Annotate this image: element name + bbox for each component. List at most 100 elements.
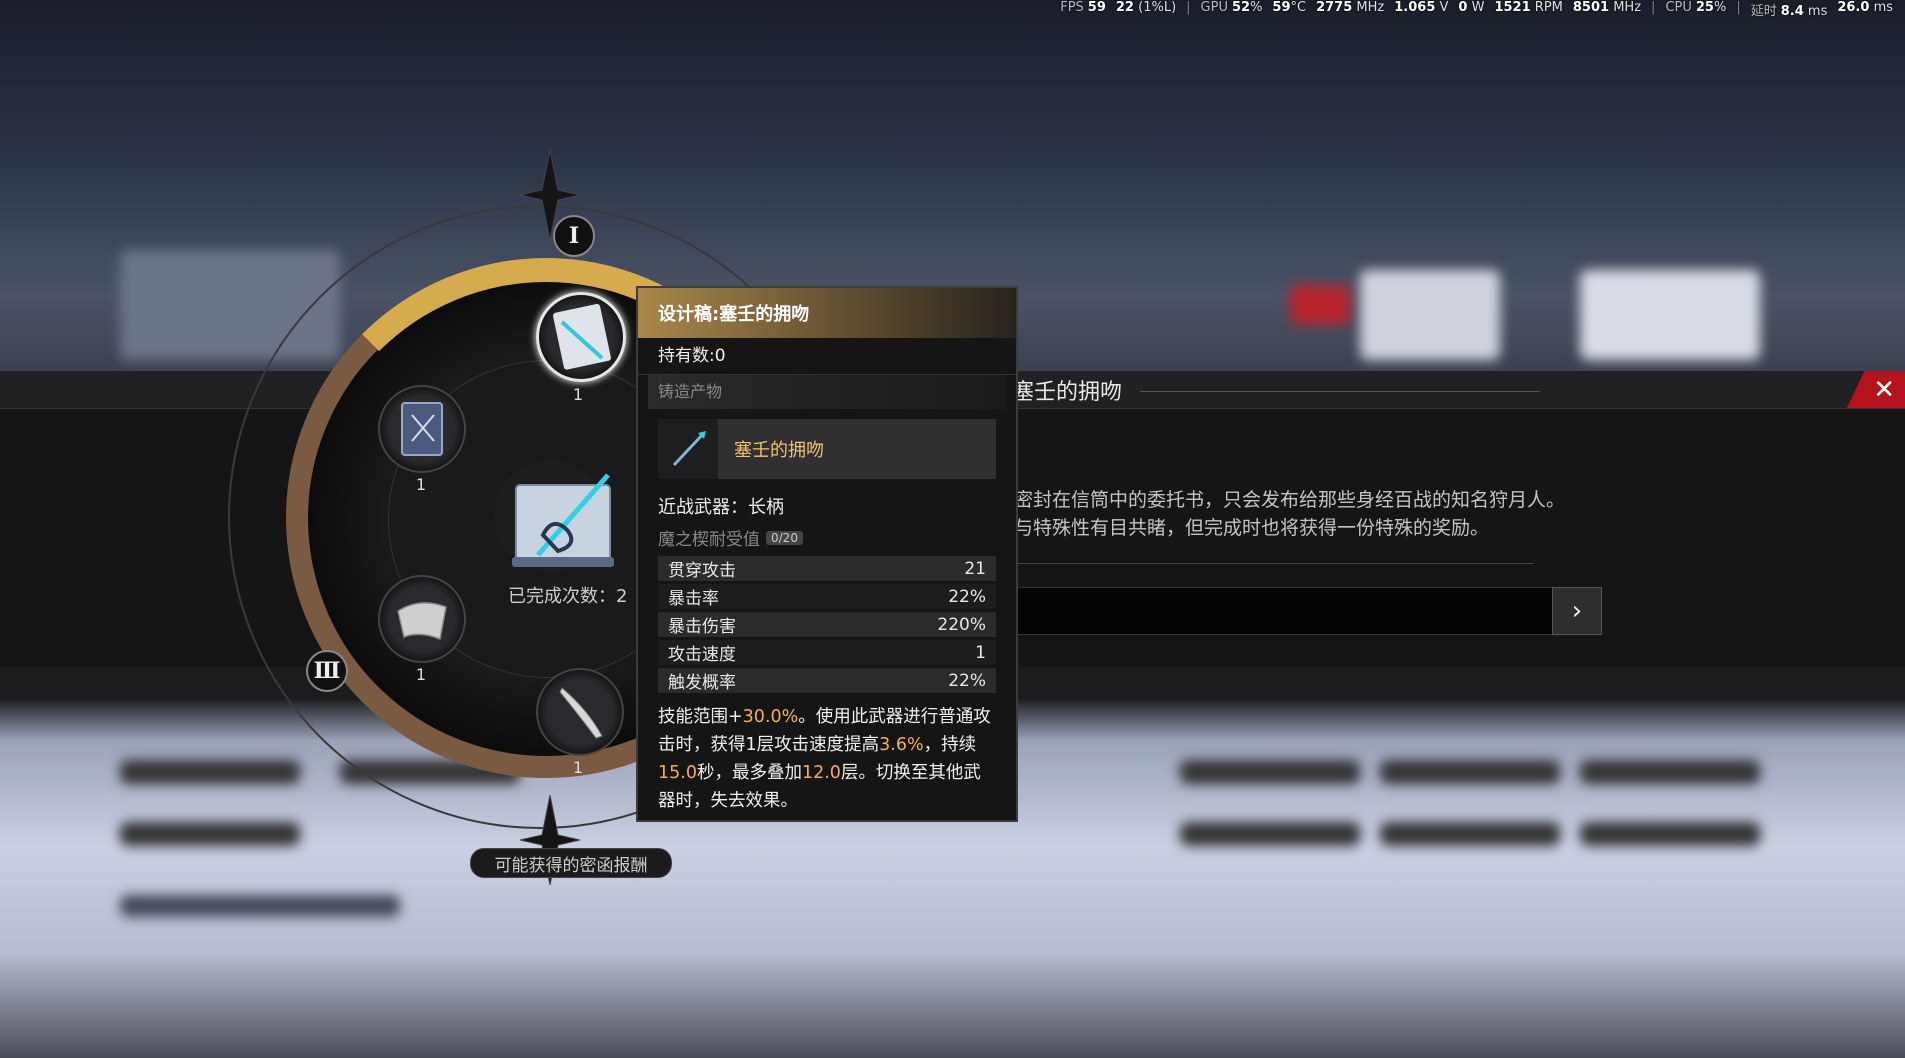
- blade-icon: [559, 687, 603, 739]
- center-blueprint-icon: [512, 473, 614, 567]
- item-count: 1: [415, 475, 427, 494]
- divider: [1014, 563, 1534, 564]
- stat-row: 暴击伤害 220%: [658, 612, 996, 637]
- gpu-clock-unit: MHz: [1356, 0, 1385, 15]
- reward-item-blade[interactable]: [536, 668, 624, 756]
- spear-icon: [658, 419, 718, 479]
- gpu-volt-unit: V: [1439, 0, 1449, 15]
- background-blur: [1360, 270, 1500, 360]
- description-line-1: 密封在信筒中的委托书，只会发布给那些身经百战的知名狩月人。: [1014, 489, 1566, 511]
- gpu-power-unit: W: [1471, 0, 1485, 15]
- product-card[interactable]: 塞壬的拥吻: [658, 419, 996, 479]
- gpu-power: 0: [1458, 0, 1468, 15]
- tooltip-title: 设计稿:塞壬的拥吻: [638, 288, 1016, 338]
- item-tooltip: 设计稿:塞壬的拥吻 持有数:0 铸造产物 塞壬的拥吻 近战武器：长柄 魔之楔耐受…: [636, 286, 1018, 822]
- latency-value: 8.4: [1780, 4, 1804, 19]
- skill-text: ，持续: [923, 735, 977, 755]
- stat-row: 攻击速度 1: [658, 640, 996, 665]
- background-blur: [1580, 822, 1760, 846]
- tier-1-marker: Ⅰ: [553, 215, 595, 257]
- background-blur: [1180, 822, 1360, 846]
- mem-clock-unit: MHz: [1613, 0, 1642, 15]
- fan-speed: 1521: [1494, 0, 1531, 15]
- stat-value: 1: [975, 642, 986, 663]
- stat-row: 暴击率 22%: [658, 584, 996, 609]
- separator: |: [1736, 0, 1741, 15]
- stat-row: 贯穿攻击 21: [658, 556, 996, 581]
- reward-item-book[interactable]: [378, 385, 466, 473]
- cpu-label: CPU: [1665, 0, 1692, 15]
- divider: [1140, 391, 1540, 392]
- blueprint-icon: [553, 303, 611, 370]
- cpu-load-unit: %: [1713, 0, 1727, 15]
- chevron-right-icon: ›: [1571, 596, 1583, 626]
- latency-value-2: 26.0: [1837, 0, 1870, 15]
- progress-bar[interactable]: [1012, 587, 1554, 635]
- gpu-temp: 59: [1272, 0, 1291, 15]
- possible-rewards-label: 可能获得的密函报酬: [470, 848, 672, 878]
- gpu-load-unit: %: [1250, 0, 1263, 15]
- gpu-temp-unit: °C: [1290, 0, 1307, 15]
- stat-value: 21: [964, 558, 986, 579]
- stat-name: 暴击伤害: [668, 617, 736, 637]
- separator: |: [1186, 0, 1191, 15]
- description-line-2: 与特殊性有目共睹，但完成时也将获得一份特殊的奖励。: [1014, 517, 1490, 539]
- background-blur: [1380, 822, 1560, 846]
- fps-low-value: 22: [1115, 0, 1134, 15]
- weapon-type: 近战武器：长柄: [658, 497, 784, 518]
- gpu-label: GPU: [1200, 0, 1228, 15]
- owned-count: 持有数:0: [638, 338, 1016, 375]
- stat-name: 贯穿攻击: [668, 561, 736, 581]
- fps-value: 59: [1087, 0, 1106, 15]
- gpu-volt: 1.065: [1394, 0, 1436, 15]
- close-icon: ✕: [1873, 374, 1895, 405]
- background-blur: [1380, 760, 1560, 784]
- book-icon: [401, 402, 443, 456]
- panel-description: 密封在信筒中的委托书，只会发布给那些身经百战的知名狩月人。 与特殊性有目共睹，但…: [1014, 486, 1634, 542]
- skill-value: 12.0: [801, 763, 841, 783]
- latency-unit: ms: [1807, 4, 1828, 19]
- background-blur: [1580, 270, 1760, 360]
- stat-value: 22%: [948, 586, 986, 607]
- performance-overlay: FPS 59 22 (1%L) | GPU 52% 59°C 2775 MHz 1.…: [1060, 0, 1893, 19]
- skill-description: 技能范围+30.0%。使用此武器进行普通攻击时，获得1层攻击速度提高3.6%，持…: [658, 703, 996, 815]
- gpu-clock: 2775: [1316, 0, 1353, 15]
- stat-name: 暴击率: [668, 589, 719, 609]
- skill-value: 3.6%: [879, 735, 924, 755]
- gpu-load: 52: [1231, 0, 1251, 15]
- item-count: 1: [415, 665, 427, 684]
- background-blur: [1180, 760, 1360, 784]
- tier-3-marker: Ⅲ: [306, 650, 348, 692]
- panel-title: 塞壬的拥吻: [1012, 380, 1123, 405]
- stat-value: 220%: [937, 614, 986, 635]
- completed-count: 已完成次数：2: [508, 586, 628, 607]
- skill-text: 技能范围+: [658, 707, 743, 727]
- durability-badge: 0/20: [766, 530, 803, 545]
- reward-item-cloth[interactable]: [378, 575, 466, 663]
- background-blur: [1580, 760, 1760, 784]
- durability: 魔之楔耐受值 0/20: [658, 525, 1016, 550]
- section-label: 铸造产物: [648, 375, 1006, 409]
- fps-low-unit: (1%L): [1138, 0, 1177, 15]
- item-count: 1: [572, 758, 584, 777]
- stat-name: 触发概率: [668, 673, 736, 693]
- separator: |: [1651, 0, 1656, 15]
- fan-unit: RPM: [1534, 0, 1563, 15]
- fps-label: FPS: [1060, 0, 1084, 15]
- product-name: 塞壬的拥吻: [734, 440, 824, 461]
- stat-row: 触发概率 22%: [658, 668, 996, 693]
- skill-text: 秒，最多叠加: [696, 763, 802, 783]
- stat-value: 22%: [948, 670, 986, 691]
- item-count: 1: [572, 385, 584, 404]
- latency-label: 延时: [1750, 4, 1777, 19]
- skill-value: 15.0: [658, 763, 697, 783]
- reward-item-blueprint[interactable]: [536, 292, 626, 382]
- stat-name: 攻击速度: [668, 645, 736, 665]
- skill-value: 30.0%: [742, 707, 799, 727]
- cpu-load: 25: [1695, 0, 1714, 15]
- mem-clock: 8501: [1572, 0, 1610, 15]
- next-button[interactable]: ›: [1552, 587, 1602, 635]
- cloth-icon: [397, 602, 447, 641]
- stats-list: 贯穿攻击 21 暴击率 22% 暴击伤害 220% 攻击速度 1 触发概率 22%: [638, 556, 1016, 693]
- background-blur: [1290, 285, 1350, 325]
